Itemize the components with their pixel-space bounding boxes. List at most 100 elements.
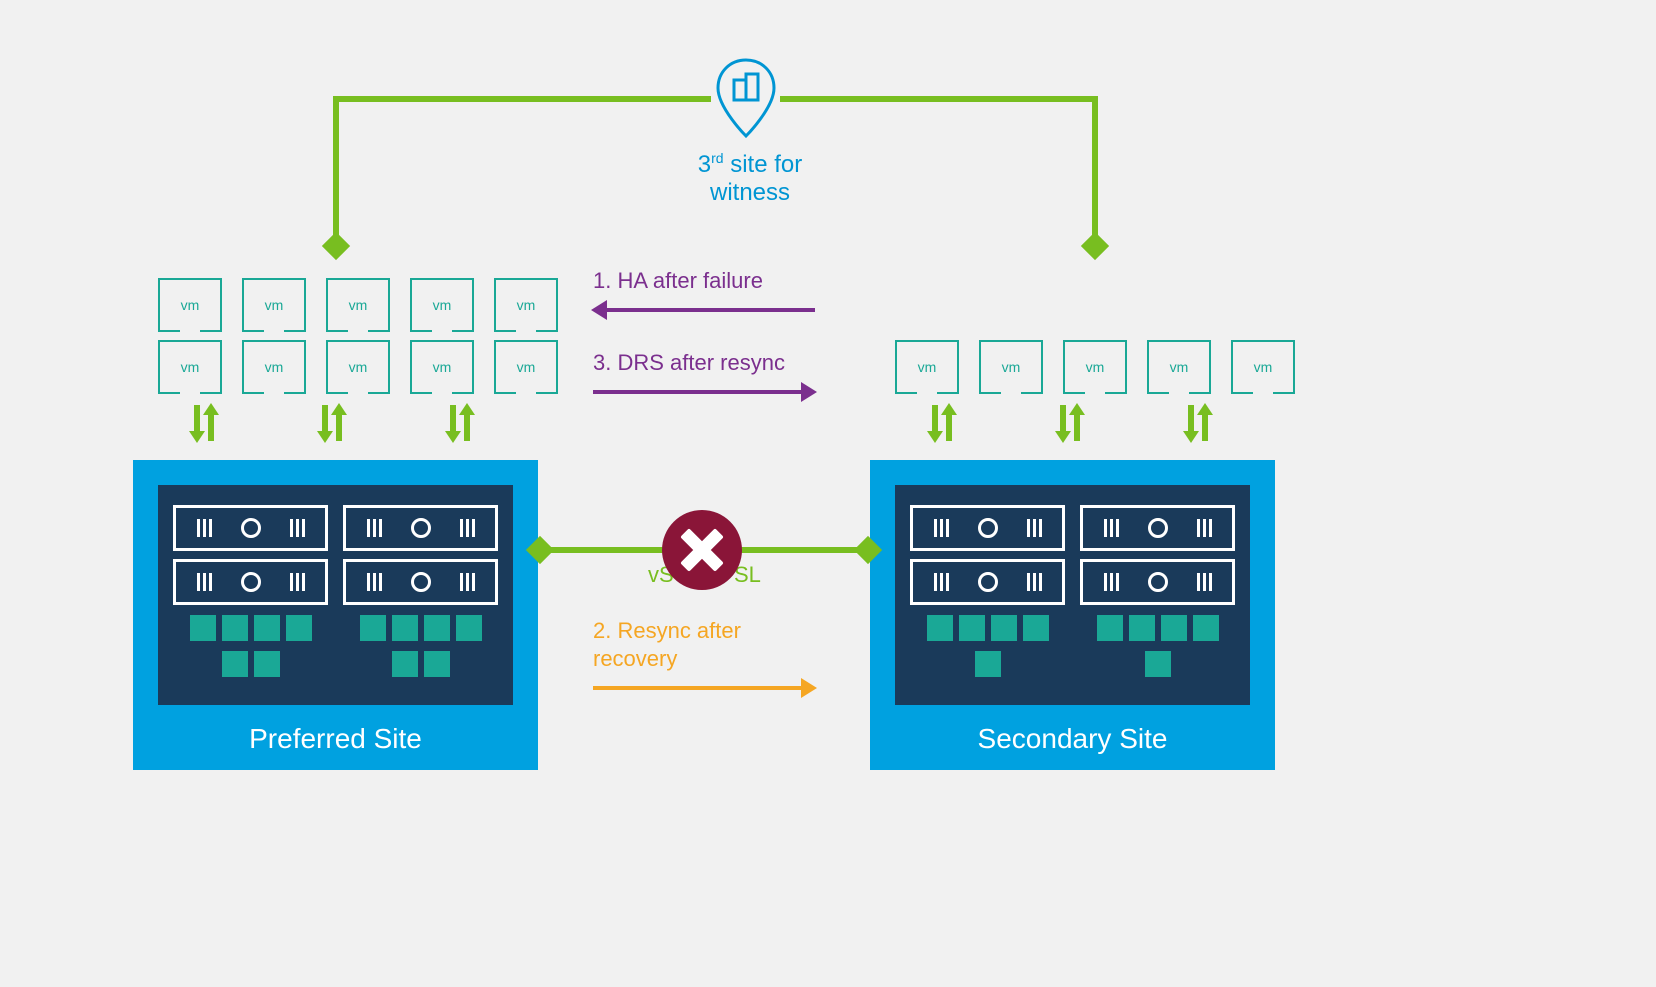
preferred-site-title: Preferred Site [158,723,513,755]
disk-icon [1193,615,1219,641]
vm-text: vm [265,297,284,313]
disk-icon [1161,615,1187,641]
vm-text: vm [517,297,536,313]
vm-text: vm [517,359,536,375]
disk-icon [392,651,418,677]
vm-text: vm [1086,359,1105,375]
disk-icon [456,615,482,641]
vm-box: vm [326,278,390,332]
secondary-site-inner [895,485,1250,705]
disk-icon [1129,615,1155,641]
vm-box: vm [1231,340,1295,394]
step-3-arrow [593,390,803,394]
witness-link-top-left [333,96,711,102]
disk-icon [1145,651,1171,677]
preferred-site-box: Preferred Site [133,460,538,770]
server-icon [910,559,1065,605]
witness-diamond-left [322,232,350,260]
server-column [1080,505,1235,690]
disk-icon [286,615,312,641]
vm-text: vm [1002,359,1021,375]
vm-box: vm [158,278,222,332]
vm-text: vm [433,297,452,313]
disk-icon [190,615,216,641]
vm-box: vm [158,340,222,394]
server-icon [1080,505,1235,551]
server-icon [173,559,328,605]
vm-box: vm [1063,340,1127,394]
vm-box: vm [242,340,306,394]
server-icon [173,505,328,551]
disk-row [343,615,498,641]
disk-icon [254,651,280,677]
disk-icon [959,615,985,641]
server-icon [343,559,498,605]
step-2-label-line1: 2. Resync after [593,618,741,644]
disk-icon [975,651,1001,677]
disk-icon [424,615,450,641]
disk-icon [222,615,248,641]
failure-badge [662,510,742,590]
disk-row [173,615,328,641]
failure-x-svg [679,527,725,573]
disk-icon [1097,615,1123,641]
step-3-label: 3. DRS after resync [593,350,785,376]
vm-text: vm [181,359,200,375]
preferred-vm-row-2: vm vm vm vm vm [158,340,558,394]
disk-row [1080,615,1235,641]
disk-icon [927,615,953,641]
vm-box: vm [895,340,959,394]
server-icon [910,505,1065,551]
disk-row [910,651,1065,677]
vm-text: vm [918,359,937,375]
preferred-vm-row-1: vm vm vm vm vm [158,278,558,332]
vm-text: vm [349,359,368,375]
diagram-root: 3rd site for witness vm vm vm vm vm vm v… [0,0,1656,987]
step-1-arrow [605,308,815,312]
vm-text: vm [265,359,284,375]
disk-icon [254,615,280,641]
secondary-vm-row: vm vm vm vm vm [895,340,1295,394]
witness-link-vert-left [333,96,339,238]
disk-row [343,651,498,677]
disk-icon [360,615,386,641]
vm-box: vm [494,278,558,332]
witness-label-line2: witness [710,179,790,206]
vm-box: vm [326,340,390,394]
server-column [343,505,498,690]
vm-box: vm [410,278,474,332]
server-column [173,505,328,690]
vm-box: vm [410,340,474,394]
server-icon [343,505,498,551]
vm-text: vm [349,297,368,313]
step-2-arrow [593,686,803,690]
vm-text: vm [433,359,452,375]
witness-pin-icon [714,58,778,138]
vm-text: vm [1254,359,1273,375]
witness-diamond-right [1081,232,1109,260]
vm-box: vm [494,340,558,394]
disk-row [1080,651,1235,677]
witness-label-line1: 3rd site for [698,151,803,178]
witness-link-vert-right [1092,96,1098,238]
disk-icon [424,651,450,677]
step-2-label-line2: recovery [593,646,677,672]
vm-box: vm [979,340,1043,394]
preferred-site-inner [158,485,513,705]
disk-icon [392,615,418,641]
server-icon [1080,559,1235,605]
witness-label: 3rd site for witness [600,150,900,207]
vm-text: vm [1170,359,1189,375]
secondary-site-box: Secondary Site [870,460,1275,770]
disk-icon [1023,615,1049,641]
server-column [910,505,1065,690]
step-1-label: 1. HA after failure [593,268,763,294]
disk-icon [991,615,1017,641]
secondary-site-title: Secondary Site [895,723,1250,755]
witness-link-top-right [780,96,1098,102]
vm-text: vm [181,297,200,313]
vm-box: vm [1147,340,1211,394]
disk-row [910,615,1065,641]
disk-icon [222,651,248,677]
disk-row [173,651,328,677]
